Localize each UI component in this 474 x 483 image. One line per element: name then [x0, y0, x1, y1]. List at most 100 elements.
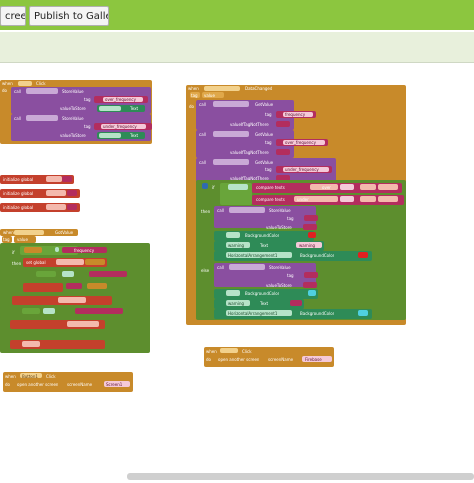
firebase-component-dropdown[interactable] — [213, 131, 249, 137]
global-dropdown[interactable] — [58, 297, 86, 303]
open-another-screen-label: open another screen — [218, 357, 260, 362]
backgroundcolor-label: BackgroundColor — [245, 233, 280, 238]
else-label: else — [201, 268, 210, 273]
color-red-swatch[interactable] — [308, 232, 316, 238]
global-dropdown[interactable] — [22, 341, 40, 347]
empty-text-block[interactable] — [304, 272, 318, 278]
color-cyan-swatch[interactable] — [308, 290, 316, 296]
warning-label: warning — [228, 301, 245, 306]
operator-field[interactable] — [62, 271, 74, 277]
compare-block[interactable] — [22, 308, 40, 314]
textbox-dropdown[interactable] — [99, 133, 121, 138]
operator-field[interactable] — [340, 184, 354, 190]
tag-label: tag — [265, 167, 272, 172]
click-label: Click — [242, 349, 252, 354]
designer-toolbar: creen Publish to Gallery — [0, 0, 474, 30]
horizontal-arrangement-label: HorizontalArrangement1 — [228, 253, 278, 258]
empty-text-block[interactable] — [303, 282, 317, 288]
call-label: call — [217, 265, 224, 270]
firebase-dropdown[interactable] — [14, 230, 44, 235]
firebase-screen-text: Firebase — [305, 357, 322, 362]
firebase-component-dropdown[interactable] — [229, 207, 265, 213]
global-dropdown[interactable] — [360, 196, 376, 202]
get-tag-block[interactable] — [24, 247, 42, 253]
empty-text-block[interactable] — [290, 300, 302, 306]
component-dropdown[interactable] — [226, 290, 240, 296]
text-property-label: Text — [260, 301, 269, 306]
global-dropdown[interactable] — [378, 196, 398, 202]
firebase-component-dropdown[interactable] — [229, 264, 265, 270]
when-label: when — [5, 374, 16, 379]
getvalue-label: GetValue — [255, 132, 274, 137]
empty-text-block[interactable] — [276, 121, 290, 127]
do-label: do — [5, 382, 10, 387]
tag-label: tag — [265, 140, 272, 145]
global-dropdown[interactable] — [360, 184, 376, 190]
backgroundcolor-label: BackgroundColor — [300, 253, 335, 258]
open-another-screen-label: open another screen — [17, 382, 59, 387]
click-label: Click — [36, 81, 46, 86]
empty-text-block[interactable] — [303, 224, 317, 230]
operator-field[interactable] — [43, 308, 55, 314]
textbox-dropdown[interactable] — [99, 106, 121, 111]
backgroundcolor-label: BackgroundColor — [300, 311, 335, 316]
if-label: if — [12, 250, 15, 255]
under-text: under — [297, 197, 309, 202]
equals-operator[interactable] — [55, 247, 59, 252]
firebase-component-dropdown[interactable] — [213, 159, 249, 165]
text-block[interactable] — [75, 308, 123, 314]
firebase-dropdown[interactable] — [204, 86, 240, 91]
click-label: Click — [46, 374, 56, 379]
button1-label: Button1 — [22, 374, 38, 379]
operator-field[interactable] — [340, 196, 354, 202]
value-if-tag-not-there-label: valueIfTagNotThere — [230, 122, 269, 127]
global-dropdown[interactable] — [378, 184, 398, 190]
text-property-label: Text — [130, 106, 139, 111]
warning-text: warning — [299, 243, 316, 248]
value-param-label: value — [204, 93, 215, 98]
global-dropdown[interactable] — [56, 259, 84, 265]
empty-text-block[interactable] — [67, 204, 77, 210]
compare-block[interactable] — [36, 271, 56, 277]
tag-label: tag — [265, 112, 272, 117]
get-value-block[interactable] — [85, 259, 105, 265]
screen-button[interactable]: creen — [0, 6, 26, 26]
global-name-field[interactable] — [46, 204, 66, 210]
initialize-global-label: initialize global — [3, 177, 34, 182]
component-dropdown[interactable] — [18, 81, 32, 86]
empty-text-block[interactable] — [304, 215, 318, 221]
over-frequency-text: over_frequency — [105, 97, 136, 102]
do-label: do — [206, 357, 211, 362]
component-dropdown[interactable] — [220, 348, 238, 353]
under-frequency-text: under_frequency — [103, 124, 137, 129]
text-block[interactable] — [66, 283, 82, 289]
call-label: call — [14, 116, 21, 121]
then-label: then — [12, 261, 22, 266]
horizontal-scrollbar[interactable] — [127, 473, 474, 480]
empty-text-block[interactable] — [276, 149, 290, 155]
datachanged-label: DataChanged — [245, 86, 273, 91]
value-to-store-label: valueToStore — [60, 133, 86, 138]
tag-label: tag — [84, 97, 91, 102]
or-dropdown[interactable] — [228, 184, 248, 190]
text-block[interactable] — [89, 271, 127, 277]
firebase-component-dropdown[interactable] — [213, 101, 249, 107]
storevalue-label: StoreValue — [62, 116, 84, 121]
publish-to-gallery-button[interactable]: Publish to Gallery — [29, 6, 109, 26]
mutator-icon[interactable] — [202, 183, 208, 189]
firebase-component-dropdown[interactable] — [26, 115, 58, 121]
set-global-block-2[interactable] — [23, 283, 63, 292]
global-name-field[interactable] — [46, 190, 66, 196]
color-cyan-swatch[interactable] — [358, 310, 368, 316]
horizontal-arrangement-label: HorizontalArrangement1 — [228, 311, 278, 316]
get-value-block[interactable] — [87, 283, 107, 289]
global-name-field[interactable] — [46, 176, 62, 182]
empty-text-block[interactable] — [62, 176, 72, 182]
component-dropdown[interactable] — [226, 232, 240, 238]
do-label: do — [189, 104, 194, 109]
firebase-component-dropdown[interactable] — [26, 88, 58, 94]
empty-text-block[interactable] — [67, 190, 77, 196]
global-dropdown[interactable] — [67, 321, 99, 327]
gotvalue-label: GotValue — [55, 230, 74, 235]
color-red-swatch[interactable] — [358, 252, 368, 258]
